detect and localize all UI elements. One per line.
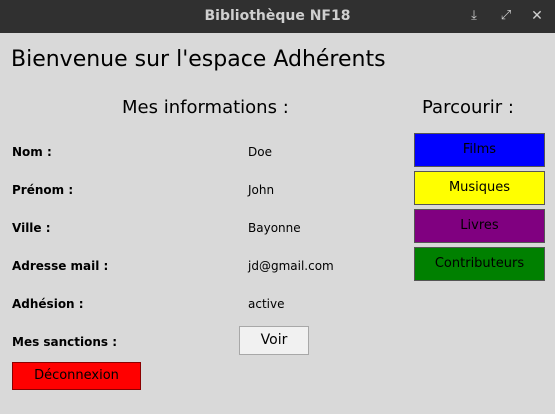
email-label: Adresse mail : (12, 259, 109, 273)
adhesion-label: Adhésion : (12, 297, 84, 311)
nom-value: Doe (248, 145, 272, 159)
email-value: jd@gmail.com (248, 259, 334, 273)
ville-value: Bayonne (248, 221, 301, 235)
prenom-value: John (248, 183, 275, 197)
browse-section-title: Parcourir : (422, 97, 514, 118)
minimize-icon[interactable]: ⤓ (465, 7, 483, 25)
logout-button[interactable]: Déconnexion (12, 362, 141, 390)
musiques-button[interactable]: Musiques (414, 171, 545, 205)
contributeurs-button[interactable]: Contributeurs (414, 247, 545, 281)
ville-label: Ville : (12, 221, 51, 235)
page-title: Bienvenue sur l'espace Adhérents (11, 47, 386, 72)
close-icon[interactable]: ✕ (528, 7, 546, 25)
livres-button[interactable]: Livres (414, 209, 545, 243)
voir-sanctions-button[interactable]: Voir (239, 326, 309, 355)
nom-label: Nom : (12, 145, 52, 159)
prenom-label: Prénom : (12, 183, 74, 197)
info-section-title: Mes informations : (122, 97, 289, 118)
adhesion-value: active (248, 297, 285, 311)
films-button[interactable]: Films (414, 133, 545, 167)
sanctions-label: Mes sanctions : (12, 335, 118, 349)
window-titlebar: Bibliothèque NF18 ⤓ ⤢ ✕ (0, 0, 555, 33)
maximize-icon[interactable]: ⤢ (497, 7, 515, 25)
